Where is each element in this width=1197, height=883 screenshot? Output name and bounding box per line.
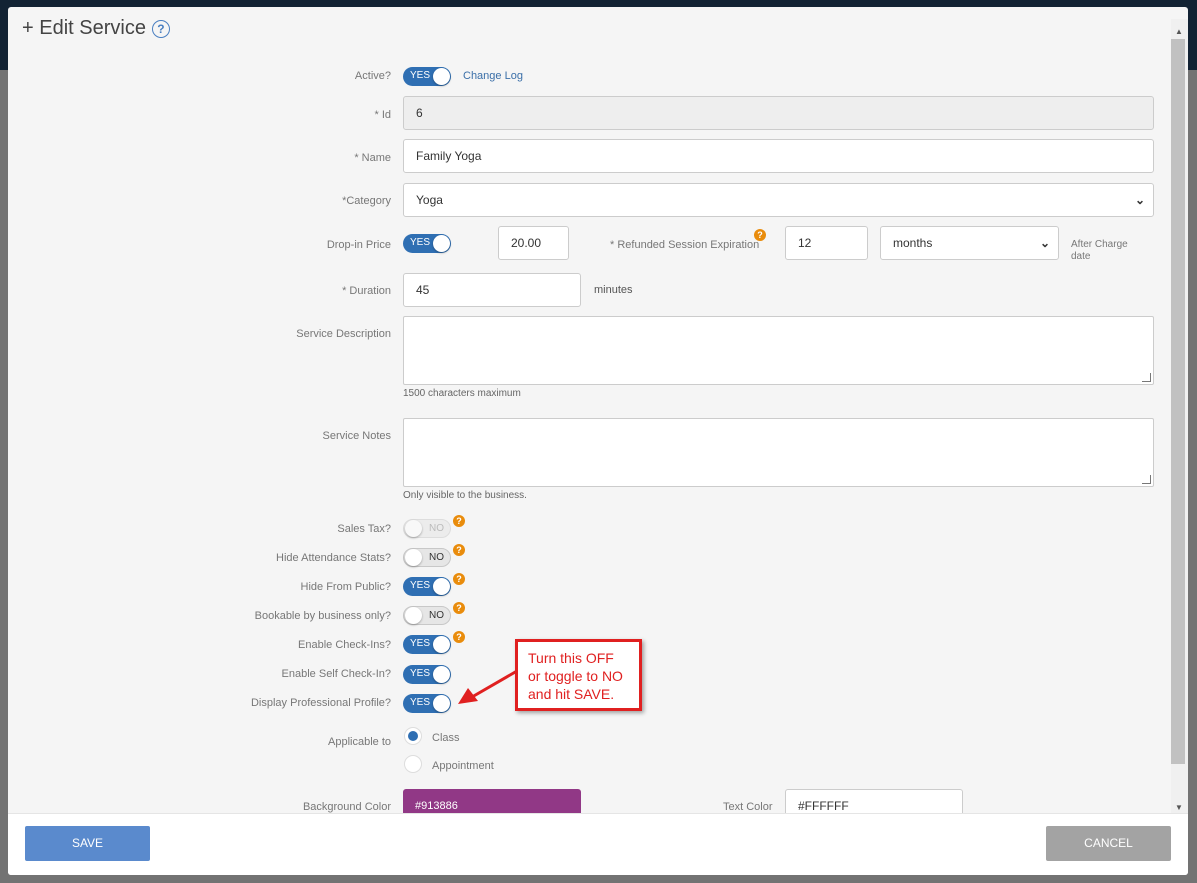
sales-tax-toggle: NO <box>403 519 451 538</box>
drop-in-price-input[interactable]: 20.00 <box>498 226 569 260</box>
chevron-down-icon: ⌄ <box>1134 193 1145 207</box>
bookable-by-business-toggle[interactable]: NO <box>403 606 451 625</box>
display-professional-profile-toggle[interactable]: YES <box>403 694 451 713</box>
help-icon[interactable]: ? <box>453 631 465 643</box>
toggle-knob <box>433 578 450 595</box>
hide-attendance-stats-label: Hide Attendance Stats? <box>276 552 391 564</box>
active-toggle[interactable]: YES <box>403 67 451 86</box>
category-select[interactable]: Yoga ⌄ <box>403 183 1154 217</box>
callout-line: and hit SAVE. <box>528 686 615 702</box>
help-icon[interactable]: ? <box>754 229 766 241</box>
toggle-knob <box>433 68 450 85</box>
chevron-down-icon: ⌄ <box>1039 236 1050 250</box>
modal-title-text: + Edit Service <box>22 17 146 39</box>
callout-line: Turn this OFF <box>528 650 614 666</box>
help-icon[interactable]: ? <box>453 602 465 614</box>
drop-in-price-label: Drop-in Price <box>326 239 391 251</box>
hide-attendance-stats-toggle[interactable]: NO <box>403 548 451 567</box>
enable-check-ins-toggle[interactable]: YES <box>403 635 451 654</box>
toggle-knob <box>405 549 422 566</box>
description-hint: 1500 characters maximum <box>403 388 521 399</box>
toggle-knob <box>433 235 450 252</box>
after-charge-date-text: date <box>1071 251 1091 262</box>
toggle-knob <box>405 520 422 537</box>
name-field[interactable]: Family Yoga <box>403 139 1154 173</box>
help-icon[interactable]: ? <box>453 573 465 585</box>
service-notes-textarea[interactable] <box>403 418 1154 487</box>
duration-input[interactable]: 45 <box>403 273 581 307</box>
radio-class-label: Class <box>432 732 460 744</box>
modal-title: + Edit Service ? <box>22 17 170 40</box>
toggle-knob <box>433 695 450 712</box>
expiration-unit-value: months <box>893 236 933 250</box>
bookable-by-business-label: Bookable by business only? <box>254 610 391 622</box>
scroll-down-icon[interactable]: ▼ <box>1174 803 1184 812</box>
hide-from-public-toggle[interactable]: YES <box>403 577 451 596</box>
background-color-label: Background Color <box>302 801 391 813</box>
callout-line: or toggle to NO <box>528 668 623 684</box>
cancel-button[interactable]: CANCEL <box>1046 826 1171 861</box>
help-icon[interactable]: ? <box>151 19 170 38</box>
change-log-link[interactable]: Change Log <box>463 70 523 82</box>
help-icon[interactable]: ? <box>453 515 465 527</box>
service-description-textarea[interactable] <box>403 316 1154 385</box>
enable-check-ins-label: Enable Check-Ins? <box>298 639 391 651</box>
service-description-label: Service Description <box>296 328 391 340</box>
toggle-knob <box>433 636 450 653</box>
save-button[interactable]: SAVE <box>25 826 150 861</box>
applicable-to-label: Applicable to <box>328 736 391 748</box>
id-label: * Id <box>374 109 391 121</box>
radio-appointment[interactable] <box>404 755 422 773</box>
modal-footer: SAVE CANCEL <box>8 813 1188 875</box>
resize-handle[interactable] <box>1142 373 1151 382</box>
duration-label: * Duration <box>342 285 391 297</box>
id-field: 6 <box>403 96 1154 130</box>
enable-self-check-in-label: Enable Self Check-In? <box>281 668 391 680</box>
radio-appointment-label: Appointment <box>432 760 494 772</box>
active-label: Active? <box>354 70 391 82</box>
category-label: *Category <box>342 195 391 207</box>
category-value: Yoga <box>416 193 443 207</box>
text-color-label: Text Color <box>723 801 773 813</box>
toggle-knob <box>433 666 450 683</box>
instruction-callout: Turn this OFF or toggle to NO and hit SA… <box>515 639 642 711</box>
sales-tax-label: Sales Tax? <box>337 523 391 535</box>
notes-hint: Only visible to the business. <box>403 490 527 501</box>
scroll-up-icon[interactable]: ▲ <box>1174 27 1184 36</box>
enable-self-check-in-toggle[interactable]: YES <box>403 665 451 684</box>
refunded-session-expiration-label: * Refunded Session Expiration <box>610 239 760 251</box>
refunded-expiration-input[interactable]: 12 <box>785 226 868 260</box>
toggle-knob <box>405 607 422 624</box>
display-professional-profile-label: Display Professional Profile? <box>250 697 391 709</box>
modal-scrollbar[interactable]: ▲ ▼ <box>1171 19 1188 814</box>
resize-handle[interactable] <box>1142 475 1151 484</box>
callout-arrow-icon <box>458 669 518 704</box>
help-icon[interactable]: ? <box>453 544 465 556</box>
name-label: * Name <box>354 152 391 164</box>
drop-in-price-toggle[interactable]: YES <box>403 234 451 253</box>
scroll-thumb[interactable] <box>1171 39 1185 764</box>
hide-from-public-label: Hide From Public? <box>300 581 391 593</box>
expiration-unit-select[interactable]: months ⌄ <box>880 226 1059 260</box>
service-notes-label: Service Notes <box>322 430 391 442</box>
radio-class[interactable] <box>404 727 422 745</box>
edit-service-modal: + Edit Service ? Active? YES Change Log … <box>8 7 1188 875</box>
duration-unit: minutes <box>594 284 633 296</box>
after-charge-text: After Charge <box>1071 239 1128 250</box>
